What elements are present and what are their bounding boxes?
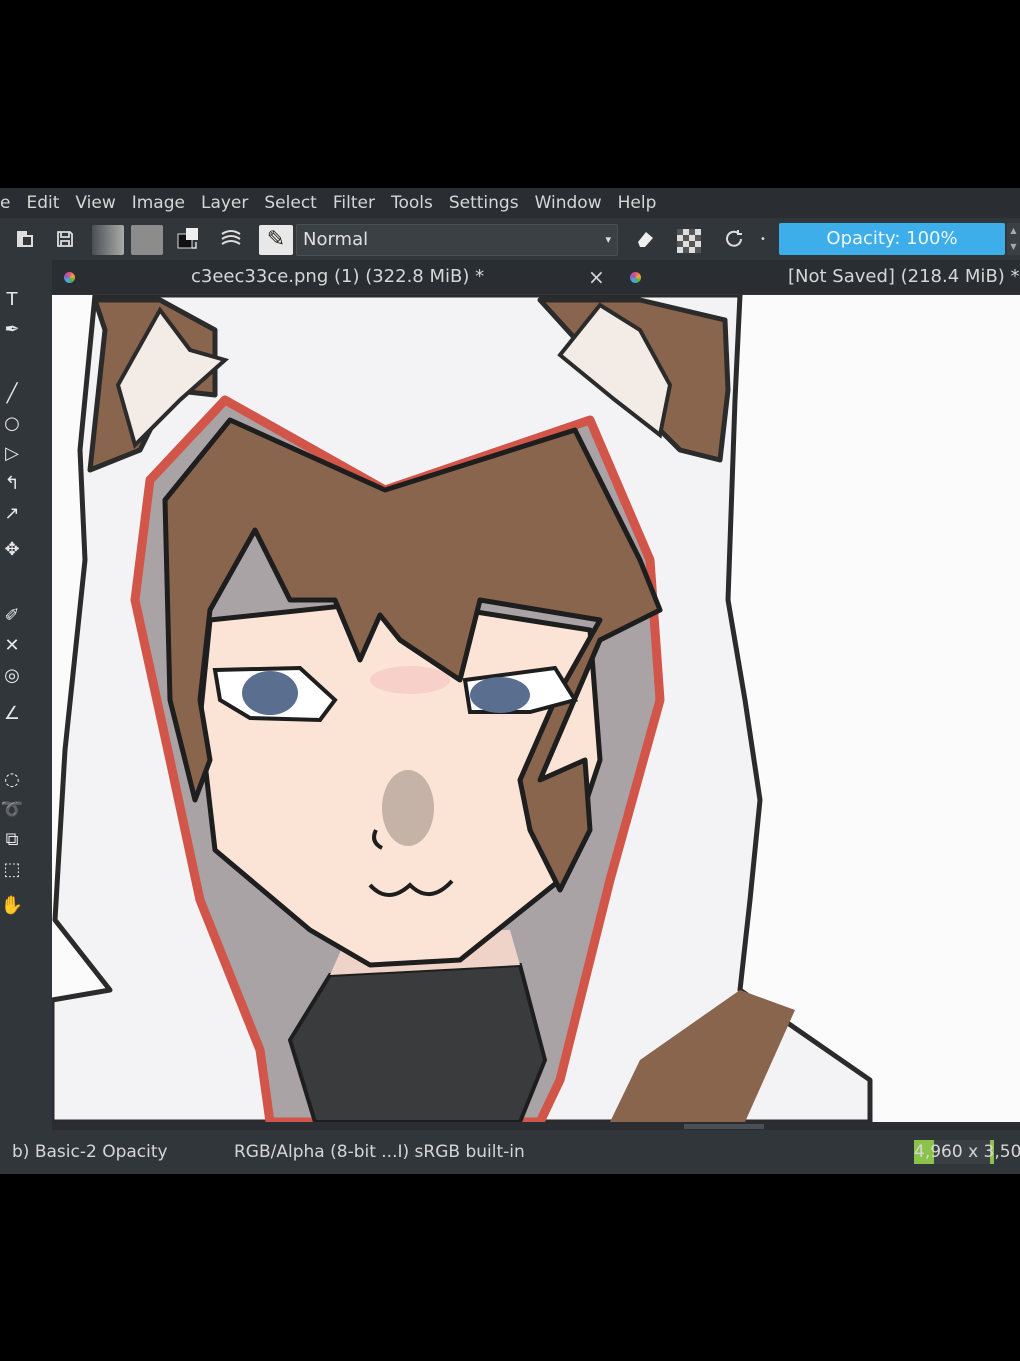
blend-mode-select[interactable]: Normal ▾	[296, 224, 618, 256]
blend-mode-value: Normal	[303, 229, 369, 250]
menu-view[interactable]: View	[67, 193, 123, 213]
krita-document-icon	[64, 272, 75, 283]
opacity-spinner[interactable]: ▲ ▼	[1007, 223, 1020, 255]
polygon-tool-icon[interactable]: ▷	[0, 442, 24, 466]
status-bar: b) Basic-2 Opacity RGB/Alpha (8-bit ...I…	[0, 1130, 1020, 1174]
opacity-slider[interactable]: Opacity: 100%	[779, 223, 1005, 255]
polyline-tool-icon[interactable]: ↰	[0, 472, 24, 496]
status-brush-name: b) Basic-2 Opacity	[12, 1142, 168, 1162]
menu-help[interactable]: Help	[610, 193, 665, 213]
menu-tools[interactable]: Tools	[383, 193, 441, 213]
artwork-illustration	[52, 295, 1020, 1122]
menu-window[interactable]: Window	[527, 193, 610, 213]
tab-document-1[interactable]: c3eec33ce.png (1) (322.8 MiB) * ×	[64, 260, 614, 294]
measure-tool-icon[interactable]: ∠	[0, 702, 24, 726]
toolbox: T ✒ ╱ ○ ▷ ↰ ↗ ✥ ✐ ✕ ◎ ∠ ◌ ➰ ⧉ ⬚ ✋	[0, 288, 50, 1128]
ellipse-tool-icon[interactable]: ○	[0, 412, 24, 436]
menu-settings[interactable]: Settings	[441, 193, 527, 213]
menu-filter[interactable]: Filter	[325, 193, 383, 213]
elliptical-select-icon[interactable]: ◌	[0, 768, 24, 792]
menu-select[interactable]: Select	[256, 193, 324, 213]
smart-patch-icon[interactable]: ◎	[0, 664, 24, 688]
brush-preset-icon[interactable]: ✎	[259, 225, 293, 255]
assistant-tool-icon[interactable]: ✕	[0, 634, 24, 658]
alpha-lock-icon[interactable]	[677, 229, 701, 253]
reload-preset-icon[interactable]	[721, 226, 747, 252]
scrollbar-thumb[interactable]	[684, 1124, 764, 1129]
line-tool-icon[interactable]: ╱	[0, 382, 24, 406]
text-tool-icon[interactable]: T	[0, 288, 24, 312]
krita-document-icon	[630, 272, 641, 283]
color-swap-icon[interactable]	[176, 226, 202, 252]
tab-label: [Not Saved] (218.4 MiB) *	[788, 266, 1020, 287]
separator-dot-icon: •	[760, 233, 766, 245]
horizontal-scrollbar[interactable]	[52, 1122, 1020, 1130]
new-document-icon[interactable]	[12, 226, 38, 252]
bezier-tool-icon[interactable]: ↗	[0, 502, 24, 526]
magnetic-select-icon[interactable]: ⧉	[0, 828, 24, 852]
close-icon[interactable]: ×	[588, 260, 605, 294]
canvas[interactable]	[52, 295, 1020, 1122]
pattern-swatch[interactable]	[131, 225, 163, 255]
eraser-icon[interactable]	[632, 226, 658, 252]
color-picker-icon[interactable]: ✐	[0, 604, 24, 628]
menu-file[interactable]: e	[0, 193, 18, 213]
status-color-space: RGB/Alpha (8-bit ...I) sRGB built-in	[234, 1142, 525, 1162]
bezier-select-icon[interactable]: ⬚	[0, 858, 24, 882]
calligraphy-tool-icon[interactable]: ✒	[0, 318, 24, 342]
tab-label: c3eec33ce.png (1) (322.8 MiB) *	[191, 266, 485, 287]
brush-settings-icon[interactable]	[218, 226, 244, 252]
pan-tool-icon[interactable]: ✋	[0, 894, 24, 918]
brush-toolbar: ✎ Normal ▾ • Opacity: 100% ▲ ▼	[0, 218, 1020, 260]
menu-image[interactable]: Image	[124, 193, 193, 213]
move-tool-icon[interactable]: ✥	[0, 538, 24, 562]
menu-bar: e Edit View Image Layer Select Filter To…	[0, 188, 1020, 218]
menu-edit[interactable]: Edit	[18, 193, 67, 213]
tab-document-2[interactable]: [Not Saved] (218.4 MiB) *	[630, 260, 1020, 294]
gradient-swatch[interactable]	[92, 225, 124, 255]
krita-window: e Edit View Image Layer Select Filter To…	[0, 188, 1020, 1174]
status-image-dimensions: 4,960 x 3,50	[914, 1140, 1020, 1164]
document-tabs: c3eec33ce.png (1) (322.8 MiB) * × [Not S…	[52, 260, 1020, 294]
menu-layer[interactable]: Layer	[193, 193, 256, 213]
chevron-down-icon: ▾	[605, 233, 611, 246]
freehand-select-icon[interactable]: ➰	[0, 798, 24, 822]
save-icon[interactable]	[52, 226, 78, 252]
